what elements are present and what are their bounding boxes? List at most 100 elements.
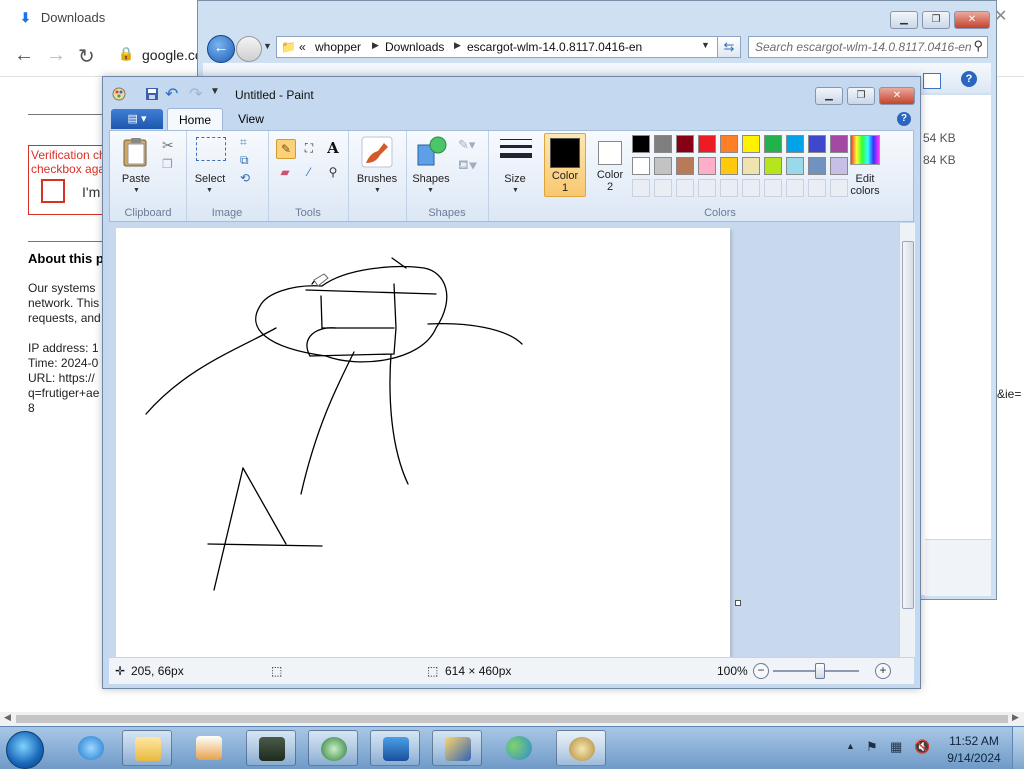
chevron-right-icon[interactable]: ▶ [454,40,461,51]
size-line-icon[interactable] [500,139,532,140]
scroll-left-icon[interactable]: ◀ [4,712,11,723]
rotate-icon[interactable]: ⟲ [240,171,250,185]
palette-color-swatch[interactable] [786,157,804,175]
palette-color-swatch[interactable] [720,135,738,153]
chevron-right-icon[interactable]: ▶ [372,40,379,51]
taskbar-messenger-live[interactable] [494,730,544,766]
show-hidden-icons[interactable]: ▲ [846,741,855,751]
palette-empty-swatch[interactable] [786,179,804,197]
network-icon[interactable]: ▦ [890,739,902,755]
cut-icon[interactable]: ✂ [162,137,174,154]
tab-downloads[interactable]: ⬇ Downloads [20,10,105,26]
palette-empty-swatch[interactable] [742,179,760,197]
taskbar-paint[interactable] [556,730,606,766]
palette-empty-swatch[interactable] [676,179,694,197]
palette-color-swatch[interactable] [676,157,694,175]
recent-pages-dropdown[interactable]: ▼ [263,41,272,51]
start-button[interactable] [6,731,44,769]
select-icon[interactable] [196,137,226,161]
palette-color-swatch[interactable] [830,135,848,153]
redo-icon[interactable]: ↷ [189,84,202,104]
lock-icon[interactable]: 🔒 [118,46,134,62]
reload-icon[interactable]: ↻ [78,44,95,69]
address-bar[interactable]: 📁 « whopper ▶ Downloads ▶ escargot-wlm-1… [276,36,718,58]
palette-color-swatch[interactable] [676,135,694,153]
forward-arrow-icon[interactable]: → [46,44,66,67]
crop-icon[interactable]: ⌗ [240,135,247,150]
tab-view[interactable]: View [229,108,273,130]
chevron-down-icon[interactable]: ▼ [133,187,140,194]
show-desktop-button[interactable] [1012,727,1024,769]
palette-empty-swatch[interactable] [720,179,738,197]
action-center-flag-icon[interactable]: ⚑ [866,739,878,755]
back-button[interactable]: ← [207,35,235,63]
taskbar-media-player[interactable] [184,730,234,766]
scrollbar-thumb[interactable] [16,715,1008,723]
palette-color-swatch[interactable] [720,157,738,175]
palette-color-swatch[interactable] [808,157,826,175]
minimize-button[interactable]: ▁ [815,87,843,105]
maximize-button[interactable]: ❐ [922,11,950,29]
breadcrumb-whopper[interactable]: whopper [315,40,361,54]
save-icon[interactable] [145,87,159,101]
vertical-scrollbar[interactable] [899,223,915,657]
magnifier-icon[interactable]: ⚲ [324,163,342,181]
taskbar-file-explorer[interactable] [122,730,172,766]
paint-menu-button[interactable]: ▤ ▾ [111,109,163,129]
palette-color-swatch[interactable] [698,135,716,153]
search-input[interactable]: Search escargot-wlm-14.0.8117.0416-en ⚲ [748,36,988,58]
chevron-down-icon[interactable]: ▼ [427,187,434,194]
pencil-icon[interactable]: ✎ [276,139,296,159]
taskbar-messenger[interactable] [308,730,358,766]
drawing-canvas[interactable] [116,228,730,657]
brushes-button[interactable]: Brushes [350,173,404,185]
chevron-down-icon[interactable]: ▼ [374,187,381,194]
scroll-right-icon[interactable]: ▶ [1012,712,1019,723]
edit-colors-button[interactable]: Edit colors [840,173,890,197]
help-icon[interactable]: ? [897,112,911,126]
captcha-checkbox[interactable] [41,179,65,203]
palette-empty-swatch[interactable] [808,179,826,197]
breadcrumb-overflow[interactable]: « [299,40,306,54]
fill-icon[interactable]: ⛶ [300,139,318,157]
palette-empty-swatch[interactable] [654,179,672,197]
palette-color-swatch[interactable] [742,135,760,153]
palette-color-swatch[interactable] [764,135,782,153]
clock-date[interactable]: 9/14/2024 [944,751,1004,765]
close-button[interactable]: ✕ [879,87,915,105]
fill-shape-icon[interactable]: ⛾▾ [458,157,477,175]
size-button[interactable]: Size [490,173,540,185]
palette-color-swatch[interactable] [786,135,804,153]
search-icon[interactable]: ⚲ [973,38,983,54]
clock-time[interactable]: 11:52 AM [944,734,1004,748]
back-arrow-icon[interactable]: ← [14,44,34,67]
edit-colors-icon[interactable] [850,135,880,165]
palette-color-swatch[interactable] [742,157,760,175]
palette-color-swatch[interactable] [632,135,650,153]
taskbar-installer[interactable] [370,730,420,766]
brush-icon[interactable] [360,135,394,169]
volume-muted-icon[interactable]: 🔇 [914,739,930,755]
palette-color-swatch[interactable] [654,135,672,153]
palette-empty-swatch[interactable] [698,179,716,197]
taskbar-internet-explorer[interactable] [66,730,116,766]
chevron-down-icon[interactable]: ▼ [701,40,710,50]
maximize-button[interactable]: ❐ [847,87,875,105]
undo-icon[interactable]: ↶ [165,84,178,104]
refresh-icon[interactable]: ⇆ [717,36,741,58]
taskbar-task-manager[interactable] [246,730,296,766]
canvas-resize-handle[interactable] [735,600,741,606]
tab-home[interactable]: Home [167,108,223,130]
color2-button[interactable]: Color 2 [590,133,630,197]
select-button[interactable]: Select [192,173,228,185]
zoom-in-button[interactable]: + [875,663,891,679]
copy-icon[interactable]: ❐ [162,157,173,171]
palette-color-swatch[interactable] [654,157,672,175]
minimize-button[interactable]: ▁ [890,11,918,29]
chevron-down-icon[interactable]: ▼ [512,187,519,194]
horizontal-scrollbar[interactable]: ◀ ▶ [0,712,1024,726]
palette-color-swatch[interactable] [632,157,650,175]
scrollbar-thumb[interactable] [902,241,914,609]
palette-empty-swatch[interactable] [764,179,782,197]
preview-pane-icon[interactable] [923,73,941,89]
